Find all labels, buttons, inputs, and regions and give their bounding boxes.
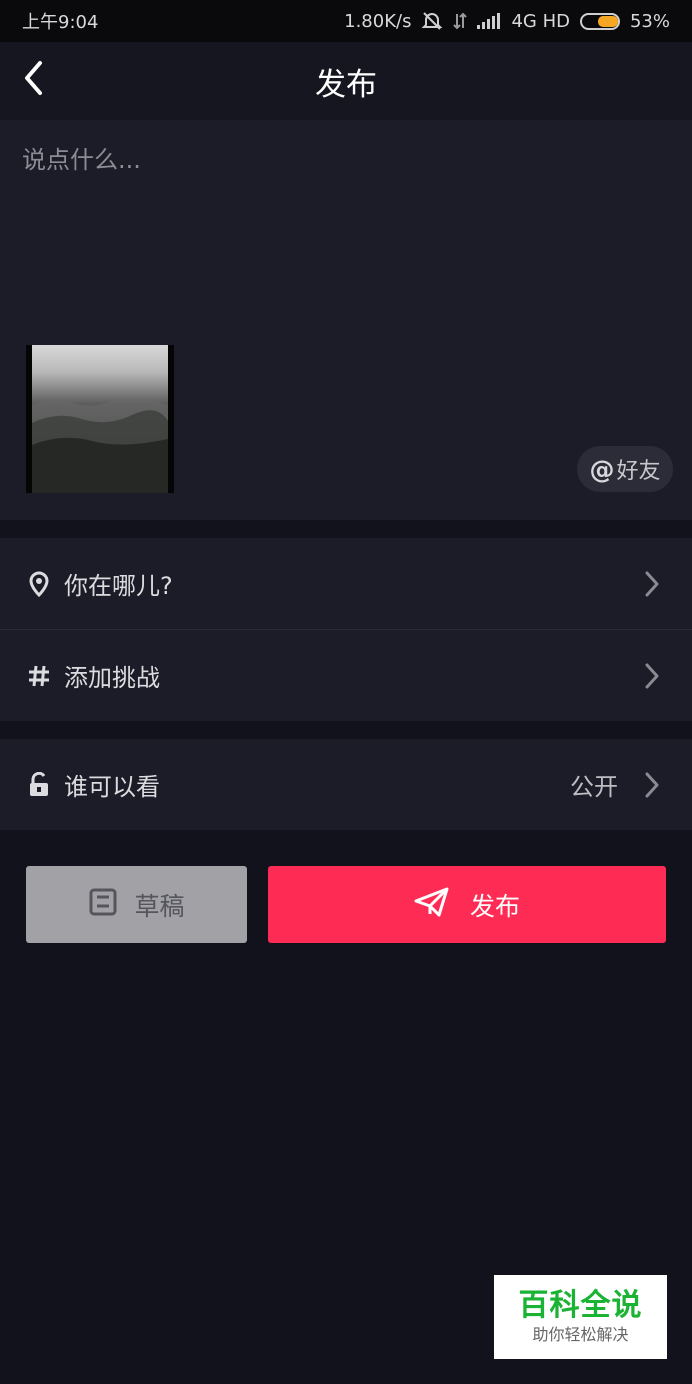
status-bar: 上午9:04 1.80K/s 4G HD 53% bbox=[0, 0, 692, 42]
at-icon: @ bbox=[589, 454, 615, 484]
data-transfer-icon bbox=[453, 12, 468, 30]
draft-button[interactable]: 草稿 bbox=[26, 866, 247, 943]
network-type: 4G HD bbox=[511, 10, 570, 32]
mention-friends-button[interactable]: @ 好友 bbox=[577, 446, 673, 492]
chevron-right-icon bbox=[642, 662, 662, 690]
challenge-row[interactable]: 添加挑战 bbox=[0, 630, 692, 721]
status-indicators: 1.80K/s 4G HD 53% bbox=[344, 11, 670, 32]
publish-label: 发布 bbox=[469, 891, 520, 921]
nav-bar: 发布 bbox=[0, 42, 692, 120]
compose-panel: @ 好友 bbox=[0, 120, 692, 520]
video-thumbnail[interactable] bbox=[26, 345, 174, 493]
location-label: 你在哪儿? bbox=[64, 572, 173, 600]
paper-plane-icon bbox=[414, 887, 450, 923]
save-icon bbox=[88, 887, 118, 923]
hashtag-icon bbox=[26, 663, 52, 689]
watermark-title: 百科全说 bbox=[518, 1288, 643, 1323]
watermark-logo: 百科全说 助你轻松解决 bbox=[494, 1275, 667, 1359]
watermark-subtitle: 助你轻松解决 bbox=[532, 1325, 629, 1344]
battery-icon bbox=[579, 12, 620, 30]
chevron-right-icon bbox=[642, 771, 662, 799]
chevron-right-icon bbox=[642, 570, 662, 598]
unlock-icon bbox=[26, 771, 52, 798]
signal-icon bbox=[477, 13, 501, 29]
challenge-label: 添加挑战 bbox=[64, 664, 160, 692]
location-pin-icon bbox=[26, 570, 52, 597]
page-title: 发布 bbox=[315, 66, 377, 103]
draft-label: 草稿 bbox=[134, 891, 185, 921]
net-speed: 1.80K/s bbox=[344, 10, 412, 32]
chevron-left-icon bbox=[22, 60, 46, 100]
back-button[interactable] bbox=[14, 60, 54, 100]
caption-input[interactable] bbox=[22, 140, 662, 180]
privacy-row[interactable]: 谁可以看 公开 bbox=[0, 739, 692, 830]
mute-bell-icon bbox=[421, 11, 443, 31]
battery-percent: 53% bbox=[629, 10, 670, 32]
status-time: 上午9:04 bbox=[22, 12, 99, 33]
publish-button[interactable]: 发布 bbox=[268, 866, 666, 943]
mention-label: 好友 bbox=[616, 459, 661, 484]
privacy-label: 谁可以看 bbox=[64, 773, 160, 801]
mountain-scene bbox=[32, 397, 168, 493]
location-row[interactable]: 你在哪儿? bbox=[0, 538, 692, 629]
privacy-value: 公开 bbox=[570, 773, 618, 801]
